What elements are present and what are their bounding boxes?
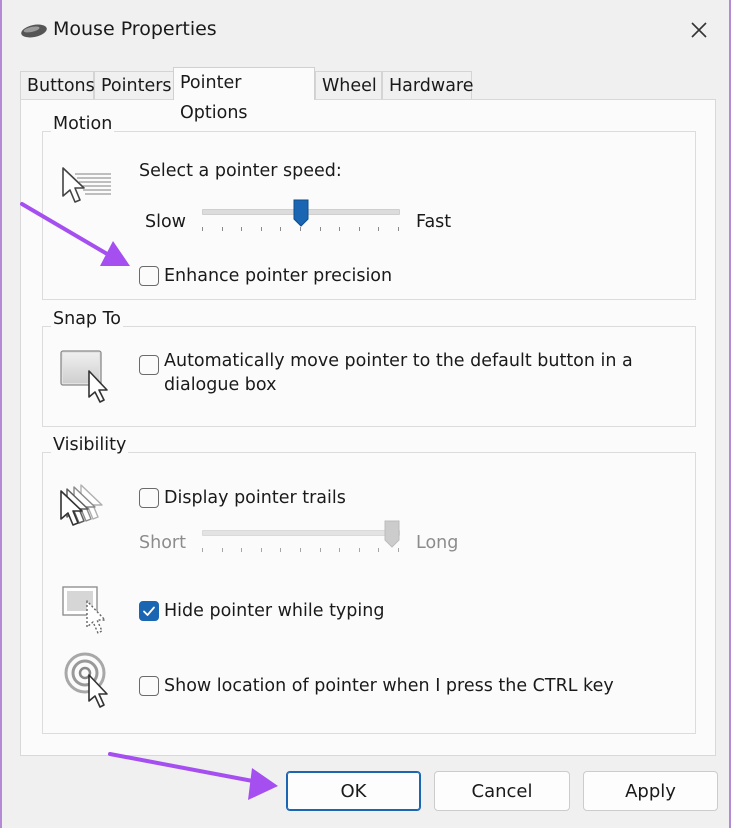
slider-tick xyxy=(398,548,399,552)
slider-thumb[interactable] xyxy=(293,199,309,227)
snap-to-icon xyxy=(60,350,108,403)
pointer-trails-icon xyxy=(60,484,103,526)
slider-track xyxy=(202,530,400,536)
slider-tick xyxy=(300,227,301,231)
slider-thumb[interactable] xyxy=(384,520,400,548)
slider-tick xyxy=(378,227,379,231)
title-bar: Mouse Properties xyxy=(2,0,729,62)
apply-button[interactable]: Apply xyxy=(583,771,718,811)
enhance-precision-label: Enhance pointer precision xyxy=(164,266,393,286)
hide-typing-label: Hide pointer while typing xyxy=(164,601,385,621)
slider-tick xyxy=(241,227,242,231)
slider-tick xyxy=(202,548,203,552)
show-location-checkbox[interactable] xyxy=(139,676,159,696)
window-title: Mouse Properties xyxy=(53,18,217,40)
slider-tick xyxy=(398,227,399,231)
pointer-speed-icon xyxy=(62,167,111,203)
show-location-icon xyxy=(64,652,108,708)
slider-tick xyxy=(320,227,321,231)
auto-move-label-line2: dialogue box xyxy=(164,375,277,395)
short-label: Short xyxy=(139,533,186,553)
pointer-trails-label: Display pointer trails xyxy=(164,488,346,508)
slider-tick xyxy=(359,548,360,552)
fast-label: Fast xyxy=(416,212,452,232)
close-icon xyxy=(691,22,707,38)
slider-tick xyxy=(378,548,379,552)
pointer-trails-checkbox[interactable] xyxy=(139,488,159,508)
slider-tick xyxy=(359,227,360,231)
pointer-trails-slider[interactable] xyxy=(202,520,400,556)
slider-tick xyxy=(261,548,262,552)
slider-tick xyxy=(300,548,301,552)
pointer-options-panel: Motion Select a pointer speed: Slow Fast xyxy=(20,99,716,756)
mouse-app-icon xyxy=(21,24,47,38)
motion-group: Motion Select a pointer speed: Slow Fast xyxy=(42,114,696,300)
mouse-properties-window: Mouse Properties Buttons Pointers Pointe… xyxy=(0,0,731,828)
ok-button[interactable]: OK xyxy=(286,771,421,811)
auto-move-checkbox[interactable] xyxy=(139,355,159,375)
auto-move-label-line1: Automatically move pointer to the defaul… xyxy=(164,351,633,371)
hide-pointer-icon xyxy=(62,586,106,634)
annotation-arrow-ok xyxy=(108,752,278,800)
slider-tick xyxy=(261,227,262,231)
checkmark-icon xyxy=(143,606,155,616)
hide-typing-checkbox[interactable] xyxy=(139,601,159,621)
slider-tick xyxy=(280,227,281,231)
slider-tick xyxy=(222,227,223,231)
show-location-label: Show location of pointer when I press th… xyxy=(164,676,614,696)
pointer-speed-slider[interactable] xyxy=(202,199,400,235)
visibility-group: Visibility Display pointer trails Short … xyxy=(42,435,696,734)
slider-tick xyxy=(280,548,281,552)
tab-pointer-options[interactable]: Pointer Options xyxy=(173,67,315,123)
slider-tick xyxy=(241,548,242,552)
long-label: Long xyxy=(416,533,459,553)
close-button[interactable] xyxy=(683,14,715,46)
pointer-speed-label: Select a pointer speed: xyxy=(139,161,342,181)
slow-label: Slow xyxy=(145,212,186,232)
snap-to-group-label: Snap To xyxy=(51,309,124,329)
tab-hardware[interactable]: Hardware xyxy=(382,71,474,100)
cancel-button[interactable]: Cancel xyxy=(434,771,570,811)
enhance-precision-checkbox[interactable] xyxy=(139,266,159,286)
slider-tick xyxy=(339,227,340,231)
tab-pointers[interactable]: Pointers xyxy=(94,71,174,100)
slider-tick xyxy=(202,227,203,231)
tab-wheel[interactable]: Wheel xyxy=(315,71,382,100)
slider-tick xyxy=(222,548,223,552)
snap-to-group: Snap To Automatically move pointer to th… xyxy=(42,309,696,427)
motion-group-label: Motion xyxy=(51,114,115,134)
tab-buttons[interactable]: Buttons xyxy=(20,71,95,100)
slider-tick xyxy=(320,548,321,552)
visibility-group-label: Visibility xyxy=(51,435,129,455)
slider-tick xyxy=(339,548,340,552)
